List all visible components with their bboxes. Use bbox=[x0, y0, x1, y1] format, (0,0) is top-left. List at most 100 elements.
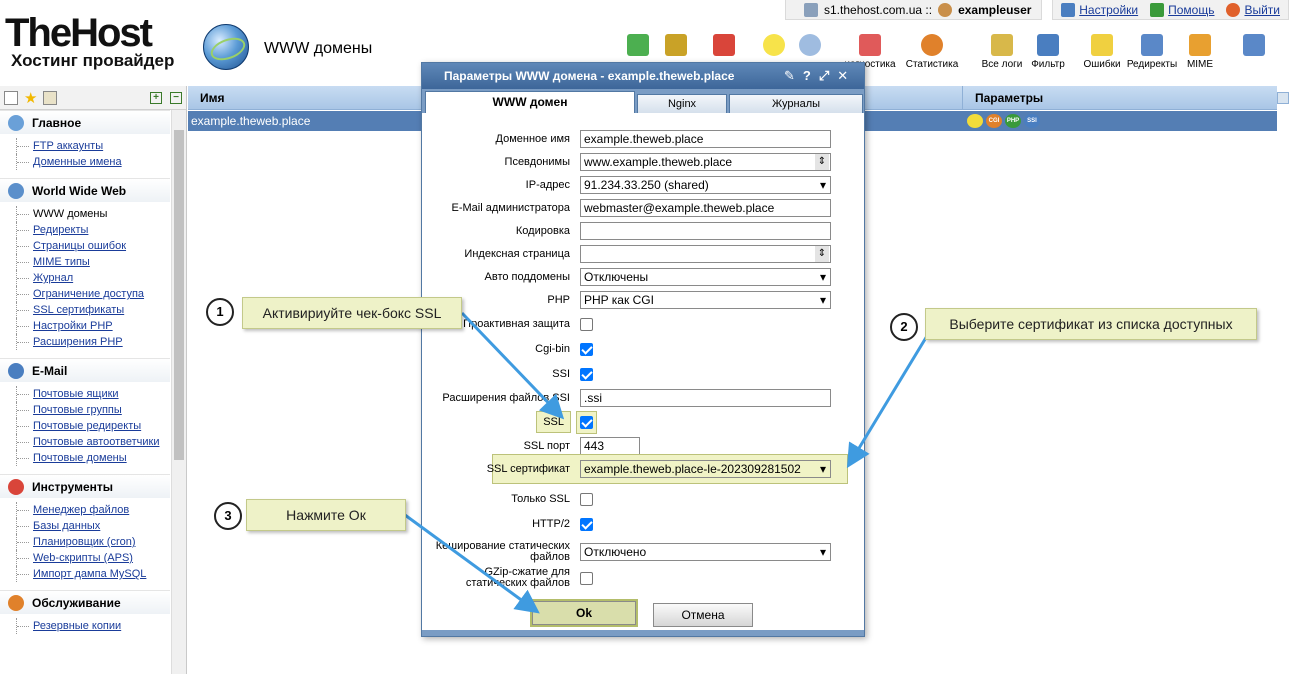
sidebar-item[interactable]: Почтовые домены bbox=[16, 450, 170, 466]
group-icon bbox=[8, 594, 24, 611]
only-ssl-checkbox[interactable] bbox=[580, 492, 593, 506]
sidebar-group-header[interactable]: Главное bbox=[0, 110, 170, 134]
ssi-checkbox[interactable] bbox=[580, 367, 593, 381]
tab-nginx[interactable]: Nginx bbox=[637, 94, 727, 113]
sidebar-item[interactable]: Менеджер файлов bbox=[16, 502, 170, 518]
sidebar-scrollbar[interactable] bbox=[171, 110, 186, 674]
row-ssi: SSI bbox=[422, 364, 866, 384]
sidebar-item[interactable]: WWW домены bbox=[16, 206, 170, 222]
sidebar-item[interactable]: Импорт дампа MySQL bbox=[16, 566, 170, 582]
sidebar-group-header[interactable]: World Wide Web bbox=[0, 178, 170, 202]
ssl-port-input[interactable]: 443 bbox=[580, 437, 640, 455]
sidebar-group-header[interactable]: Инструменты bbox=[0, 474, 170, 498]
sidebar-toolbar: ★ + − bbox=[0, 86, 186, 110]
cache-select[interactable]: Отключено bbox=[580, 543, 831, 561]
scrollbar-thumb[interactable] bbox=[174, 130, 184, 460]
sidebar-group-title: Инструменты bbox=[32, 479, 114, 494]
globe-icon bbox=[203, 24, 249, 70]
sidebar-item[interactable]: Журнал bbox=[16, 270, 170, 286]
index-label: Индексная страница bbox=[464, 247, 570, 260]
toolbar-button-filter[interactable]: Фильтр bbox=[1020, 34, 1076, 70]
close-icon[interactable]: ✕ bbox=[837, 68, 848, 84]
sidebar-item[interactable]: Редиректы bbox=[16, 222, 170, 238]
ok-button[interactable]: Ok bbox=[530, 599, 638, 627]
logout-link[interactable]: Выйти bbox=[1226, 2, 1280, 17]
toolbar-button-bulb-off[interactable] bbox=[782, 34, 838, 59]
cancel-button[interactable]: Отмена bbox=[653, 603, 753, 627]
toolbar-button-warning[interactable]: Ошибки bbox=[1074, 34, 1130, 70]
sidebar-item[interactable]: Страницы ошибок bbox=[16, 238, 170, 254]
sidebar-item[interactable]: FTP аккаунты bbox=[16, 138, 170, 154]
logo[interactable]: TheHost Хостинг провайдер bbox=[5, 13, 190, 70]
column-params[interactable]: Параметры bbox=[963, 91, 1043, 105]
sidebar-item[interactable]: Настройки PHP bbox=[16, 318, 170, 334]
user-name: exampleuser bbox=[958, 2, 1032, 17]
sidebar-item[interactable]: Расширения PHP bbox=[16, 334, 170, 350]
row-gzip: GZip-сжатие для статических файлов bbox=[422, 566, 866, 590]
group-icon bbox=[8, 114, 24, 131]
row-cache: Кеширование статических файлов Отключено bbox=[422, 540, 866, 564]
toolbar-button-exit[interactable] bbox=[1226, 34, 1282, 59]
toolbar-button-pie-chart[interactable]: Статистика bbox=[904, 34, 960, 70]
bulb-off-icon bbox=[799, 34, 821, 56]
aliases-input[interactable]: www.example.theweb.place bbox=[580, 153, 831, 171]
collapse-all-icon[interactable]: − bbox=[170, 91, 182, 104]
ssi-ext-input[interactable]: .ssi bbox=[580, 389, 831, 407]
expand-all-icon[interactable]: + bbox=[150, 91, 162, 104]
briefcase-icon[interactable] bbox=[43, 90, 58, 105]
sidebar-item[interactable]: SSL сертификаты bbox=[16, 302, 170, 318]
sidebar-item[interactable]: Доменные имена bbox=[16, 154, 170, 170]
row-email: E-Mail администратора webmaster@example.… bbox=[422, 198, 866, 218]
sidebar-item[interactable]: Почтовые ящики bbox=[16, 386, 170, 402]
maximize-icon[interactable]: ⤢ bbox=[819, 68, 829, 84]
tab-www-domain[interactable]: WWW домен bbox=[425, 91, 635, 113]
row-domain: Доменное имя example.theweb.place bbox=[422, 129, 866, 149]
http2-checkbox[interactable] bbox=[580, 517, 593, 531]
tab-logs[interactable]: Журналы bbox=[729, 94, 863, 113]
index-input[interactable] bbox=[580, 245, 831, 263]
cgi-checkbox[interactable] bbox=[580, 342, 593, 356]
sidebar-groups: Главное FTP аккаунты Доменные имена World W… bbox=[0, 110, 186, 642]
ssl-cert-select[interactable]: example.theweb.place-le-202309281502 bbox=[580, 460, 831, 478]
sidebar-item[interactable]: Базы данных bbox=[16, 518, 170, 534]
settings-link[interactable]: Настройки bbox=[1061, 2, 1138, 17]
ip-select[interactable]: 91.234.33.250 (shared) bbox=[580, 176, 831, 194]
list-view-icon[interactable] bbox=[4, 90, 18, 105]
domain-input[interactable]: example.theweb.place bbox=[580, 130, 831, 148]
warning-icon bbox=[1091, 34, 1113, 56]
toolbar-button-delete[interactable] bbox=[696, 34, 752, 59]
toolbar-button-mime[interactable]: MIME bbox=[1172, 34, 1228, 70]
row-only-ssl: Только SSL bbox=[422, 489, 866, 509]
sidebar-group-header[interactable]: E-Mail bbox=[0, 358, 170, 382]
charset-input[interactable] bbox=[580, 222, 831, 240]
sidebar-item[interactable]: MIME типы bbox=[16, 254, 170, 270]
toolbar-button-label: Фильтр bbox=[1031, 59, 1065, 70]
sidebar-group-header[interactable]: Обслуживание bbox=[0, 590, 170, 614]
ssl-checkbox[interactable] bbox=[580, 415, 593, 429]
sidebar-item[interactable]: Почтовые редиректы bbox=[16, 418, 170, 434]
gzip-checkbox[interactable] bbox=[580, 571, 593, 585]
php-select[interactable]: PHP как CGI bbox=[580, 291, 831, 309]
exit-icon bbox=[1243, 34, 1265, 56]
sidebar-item[interactable]: Почтовые автоответчики bbox=[16, 434, 170, 450]
sidebar-item[interactable]: Резервные копии bbox=[16, 618, 170, 634]
www-domain-dialog: Параметры WWW домена - example.theweb.pl… bbox=[421, 62, 865, 637]
help-link[interactable]: Помощь bbox=[1150, 2, 1214, 17]
pie-chart-icon bbox=[921, 34, 943, 56]
autosub-select[interactable]: Отключены bbox=[580, 268, 831, 286]
favorites-star-icon[interactable]: ★ bbox=[24, 89, 37, 107]
aliases-label: Псевдонимы bbox=[504, 155, 570, 168]
step-2-callout: Выберите сертификат из списка доступных bbox=[925, 308, 1257, 340]
help-question-icon[interactable]: ? bbox=[803, 68, 811, 84]
dialog-titlebar[interactable]: Параметры WWW домена - example.theweb.pl… bbox=[422, 63, 864, 89]
sidebar-item[interactable]: Ограничение доступа bbox=[16, 286, 170, 302]
step-2-number: 2 bbox=[890, 313, 918, 341]
row-charset: Кодировка bbox=[422, 221, 866, 241]
proactive-checkbox[interactable] bbox=[580, 317, 593, 331]
sidebar-item[interactable]: Планировщик (cron) bbox=[16, 534, 170, 550]
pin-icon[interactable]: ✎ bbox=[784, 68, 795, 84]
email-input[interactable]: webmaster@example.theweb.place bbox=[580, 199, 831, 217]
sidebar-item[interactable]: Почтовые группы bbox=[16, 402, 170, 418]
sidebar-item[interactable]: Web-скрипты (APS) bbox=[16, 550, 170, 566]
table-settings-icon[interactable] bbox=[1277, 92, 1289, 104]
